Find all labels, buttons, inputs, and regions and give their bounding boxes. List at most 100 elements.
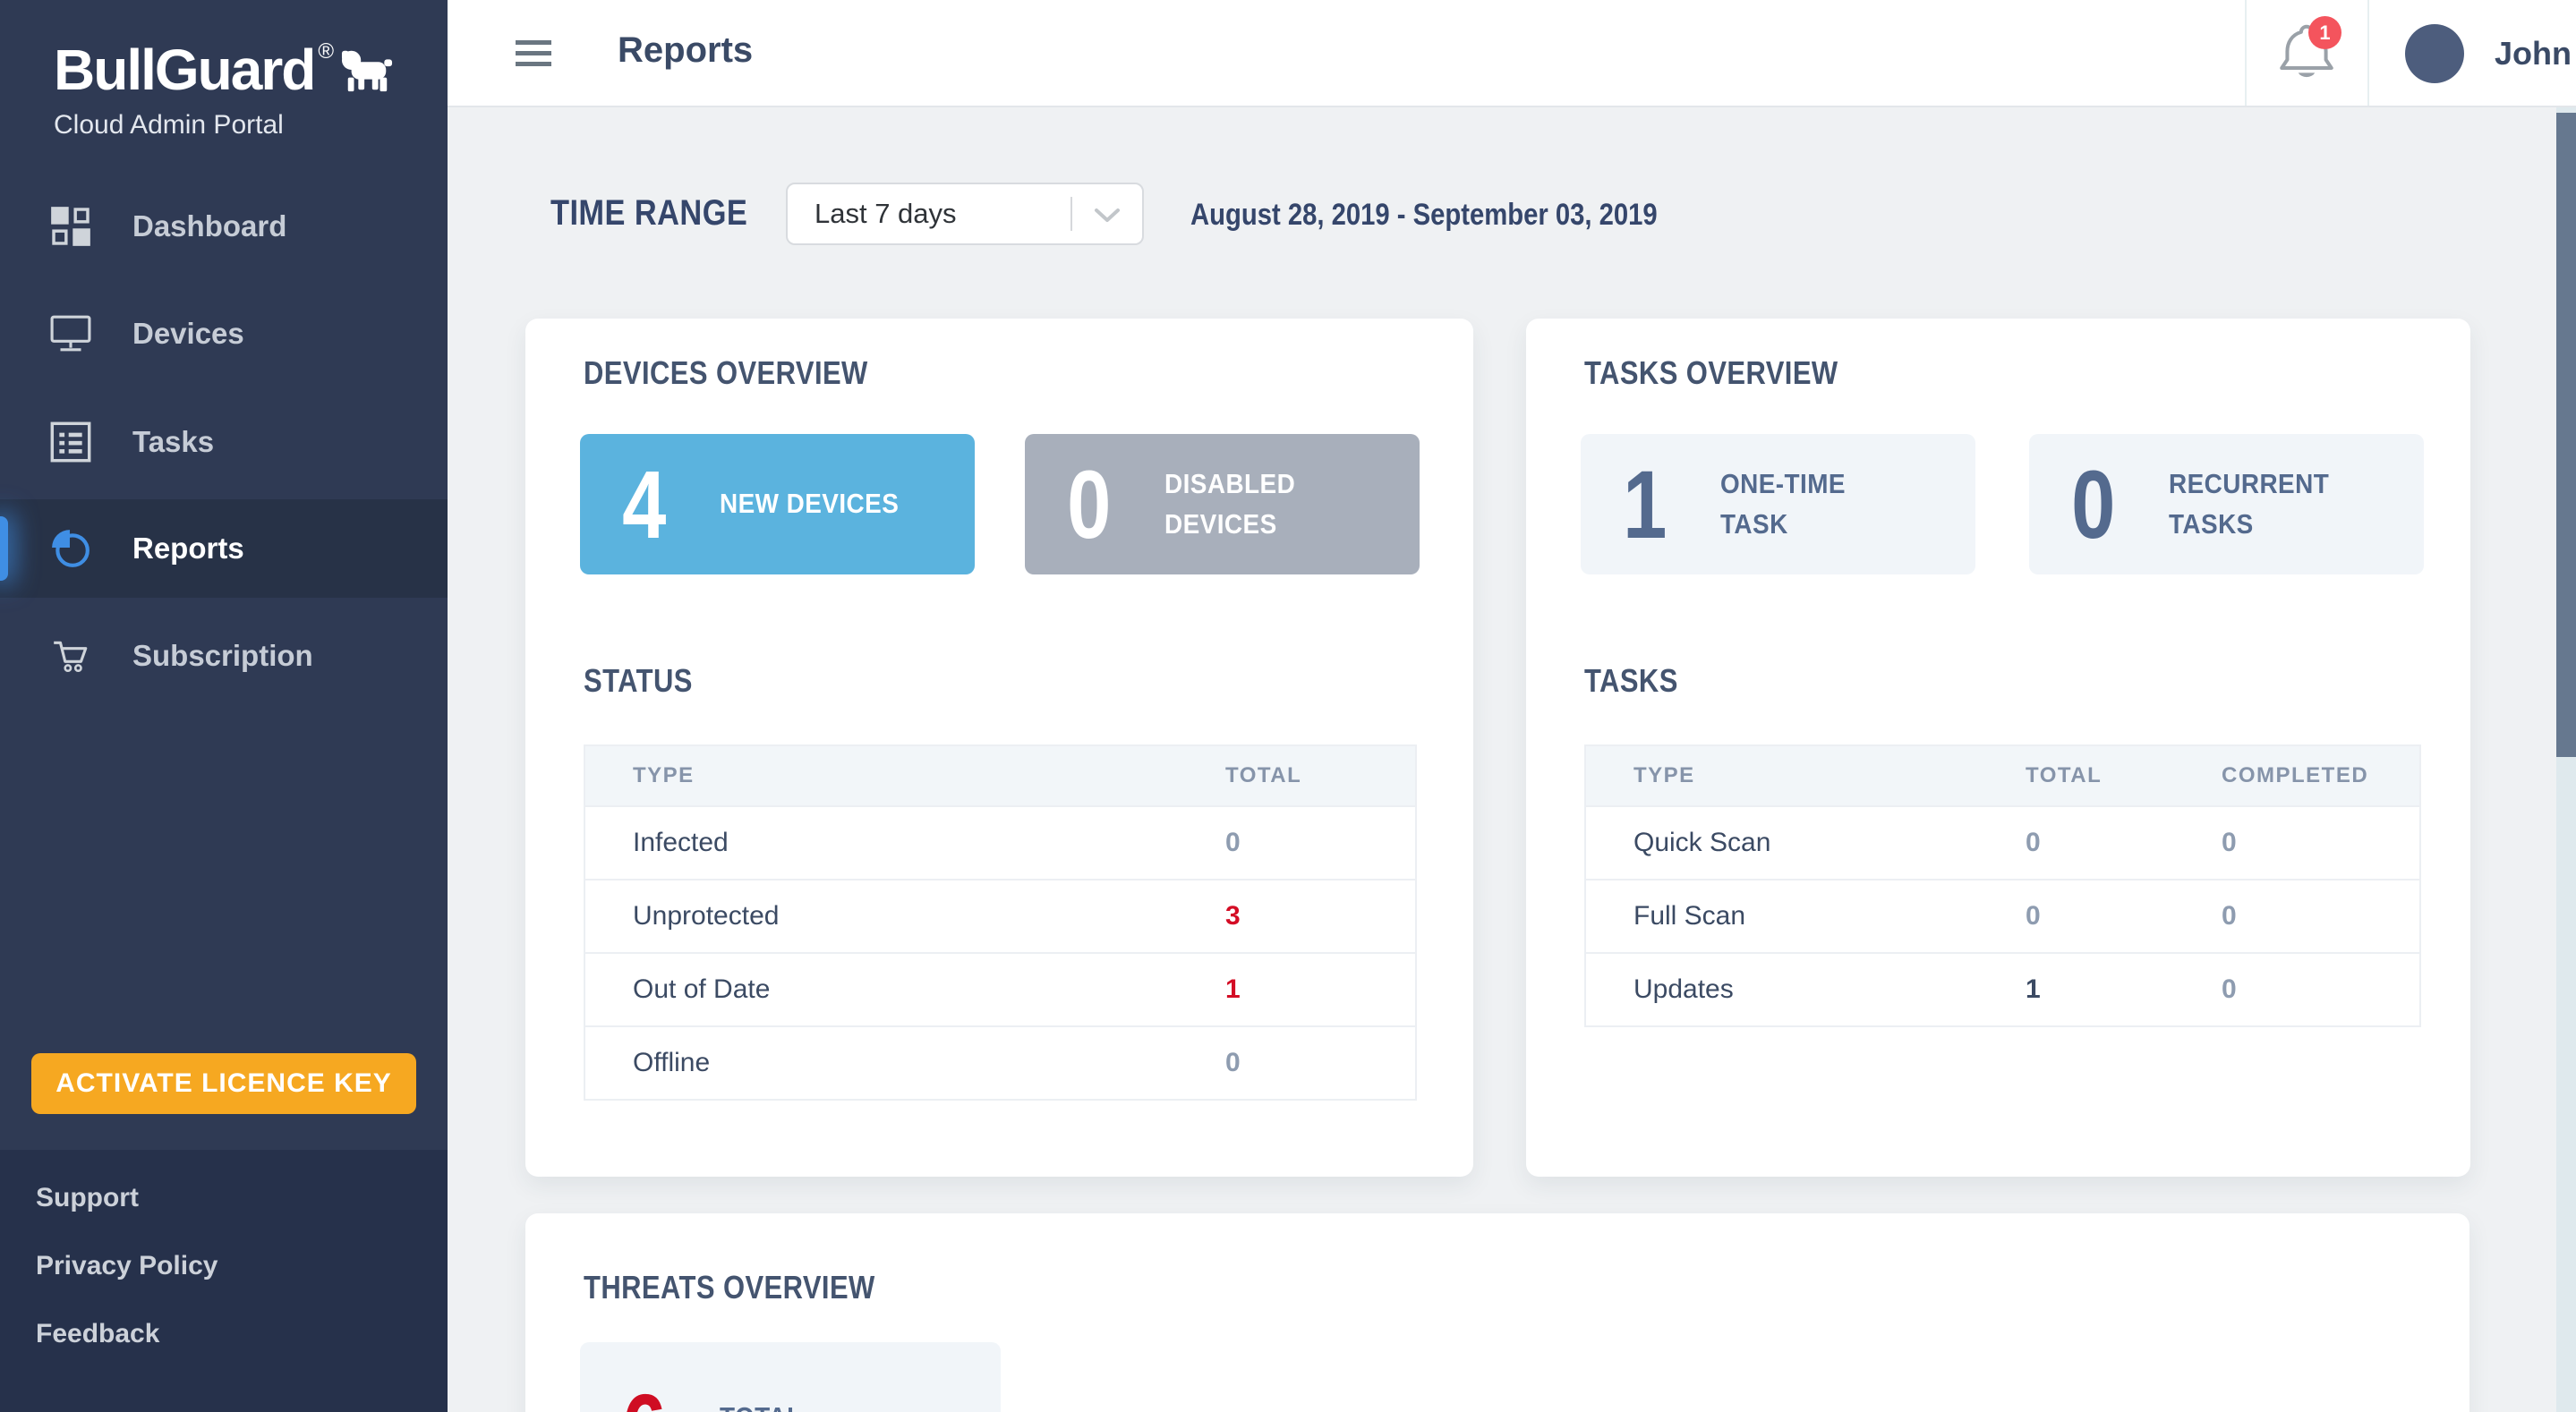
new-devices-stat-tile: 4 NEW DEVICES: [580, 434, 975, 574]
active-indicator: [0, 516, 8, 581]
brand-name: BullGuard: [54, 41, 314, 98]
tasks-section-title: TASKS: [1584, 662, 1693, 700]
chevron-down-icon: [1094, 208, 1121, 230]
avatar: [2405, 24, 2464, 83]
monitor-icon: [50, 313, 91, 354]
row-total: 0: [1225, 828, 1415, 858]
stat-value: 6: [610, 1380, 678, 1412]
stat-label: ONE-TIME TASK: [1720, 464, 1926, 543]
row-type: Offline: [585, 1048, 1225, 1078]
stat-label: DISABLED DEVICES: [1164, 464, 1370, 543]
column-header: TOTAL: [2026, 763, 2222, 788]
stat-value: 4: [610, 456, 678, 553]
table-row: Updates 1 0: [1586, 952, 2419, 1025]
scrollbar-thumb[interactable]: [2556, 113, 2576, 757]
sidebar-item-dashboard[interactable]: Dashboard: [0, 177, 448, 276]
tasks-overview-title: TASKS OVERVIEW: [1584, 354, 1880, 392]
table-row: Unprotected 3: [585, 879, 1415, 952]
row-total: 0: [1225, 1048, 1415, 1078]
registered-mark: ®: [318, 41, 334, 63]
disabled-devices-stat-tile: 0 DISABLED DEVICES: [1025, 434, 1420, 574]
feedback-link[interactable]: Feedback: [36, 1319, 159, 1349]
task-list-icon: [50, 421, 91, 463]
time-range-selected-value: Last 7 days: [815, 198, 957, 230]
table-row: Infected 0: [585, 805, 1415, 879]
sidebar-item-label: Reports: [132, 532, 244, 566]
tasks-table: TYPE TOTAL COMPLETED Quick Scan 0 0 Full…: [1584, 744, 2421, 1027]
row-completed: 0: [2222, 974, 2419, 1005]
stat-label: TOTAL: [720, 1398, 925, 1412]
devices-overview-title: DEVICES OVERVIEW: [584, 354, 914, 392]
row-type: Quick Scan: [1586, 828, 2026, 858]
row-total: 1: [1225, 974, 1415, 1005]
sidebar-item-label: Dashboard: [132, 209, 286, 243]
sidebar-item-devices[interactable]: Devices: [0, 285, 448, 383]
date-range-text: August 28, 2019 - September 03, 2019: [1190, 198, 1734, 233]
row-type: Unprotected: [585, 901, 1225, 931]
table-row: Quick Scan 0 0: [1586, 805, 2419, 879]
status-table: TYPE TOTAL Infected 0 Unprotected 3 Out …: [584, 744, 1417, 1101]
threats-overview-card: THREATS OVERVIEW 6 TOTAL: [525, 1213, 2469, 1412]
brand-subtitle: Cloud Admin Portal: [54, 110, 395, 140]
sidebar-item-reports[interactable]: Reports: [0, 499, 448, 598]
sidebar-item-label: Devices: [132, 317, 244, 351]
row-completed: 0: [2222, 901, 2419, 931]
table-row: Offline 0: [585, 1025, 1415, 1099]
stat-value: 1: [1611, 456, 1678, 553]
app-window: BullGuard ®: [0, 0, 2576, 1412]
table-row: Full Scan 0 0: [1586, 879, 2419, 952]
row-type: Out of Date: [585, 974, 1225, 1005]
status-section-title: STATUS: [584, 662, 711, 700]
sidebar-item-label: Subscription: [132, 639, 313, 673]
column-header: TYPE: [1586, 763, 2026, 788]
sidebar-item-subscription[interactable]: Subscription: [0, 607, 448, 705]
header-divider: [2367, 0, 2369, 106]
row-type: Updates: [1586, 974, 2026, 1005]
bell-icon: [2273, 74, 2340, 89]
support-link[interactable]: Support: [36, 1183, 139, 1213]
activate-licence-key-button[interactable]: ACTIVATE LICENCE KEY: [31, 1053, 416, 1114]
threats-overview-title: THREATS OVERVIEW: [584, 1269, 923, 1306]
row-type: Full Scan: [1586, 901, 2026, 931]
table-header-row: TYPE TOTAL COMPLETED: [1586, 746, 2419, 805]
row-total: 3: [1225, 901, 1415, 931]
page-title: Reports: [618, 30, 753, 71]
dropdown-divider: [1070, 197, 1072, 231]
devices-overview-card: DEVICES OVERVIEW 4 NEW DEVICES 0 DISABLE…: [525, 319, 1473, 1177]
scrollbar-track[interactable]: [2556, 107, 2576, 1412]
column-header: TYPE: [585, 763, 1225, 788]
column-header: COMPLETED: [2222, 763, 2419, 788]
one-time-task-stat-tile: 1 ONE-TIME TASK: [1581, 434, 1975, 574]
dashboard-grid-icon: [50, 206, 91, 247]
cart-icon: [50, 635, 91, 676]
user-menu[interactable]: John: [2405, 0, 2572, 107]
row-type: Infected: [585, 828, 1225, 858]
row-completed: 0: [2222, 828, 2419, 858]
privacy-policy-link[interactable]: Privacy Policy: [36, 1251, 218, 1281]
header-divider: [2245, 0, 2247, 106]
sidebar-item-label: Tasks: [132, 425, 214, 459]
notification-count-badge: 1: [2308, 16, 2341, 49]
table-header-row: TYPE TOTAL: [585, 746, 1415, 805]
row-total: 0: [2026, 828, 2222, 858]
user-name: John: [2495, 35, 2572, 72]
sidebar: BullGuard ®: [0, 0, 448, 1412]
time-range-label: TIME RANGE: [550, 193, 780, 234]
row-total: 0: [2026, 901, 2222, 931]
table-row: Out of Date 1: [585, 952, 1415, 1025]
stat-value: 0: [1055, 456, 1122, 553]
row-total: 1: [2026, 974, 2222, 1005]
menu-toggle-icon[interactable]: [516, 40, 551, 66]
stat-label: RECURRENT TASKS: [2169, 464, 2375, 543]
total-threats-stat-tile: 6 TOTAL: [580, 1342, 1001, 1412]
sidebar-item-tasks[interactable]: Tasks: [0, 393, 448, 491]
tasks-overview-card: TASKS OVERVIEW 1 ONE-TIME TASK 0 RECURRE…: [1526, 319, 2470, 1177]
stat-label: NEW DEVICES: [720, 484, 925, 523]
recurrent-tasks-stat-tile: 0 RECURRENT TASKS: [2029, 434, 2424, 574]
brand-logo: BullGuard ®: [54, 41, 395, 140]
bulldog-logo-icon: [339, 43, 395, 99]
time-range-select[interactable]: Last 7 days: [786, 183, 1144, 245]
column-header: TOTAL: [1225, 763, 1415, 788]
pie-chart-icon: [50, 528, 91, 569]
top-header: Reports 1 John: [448, 0, 2576, 107]
